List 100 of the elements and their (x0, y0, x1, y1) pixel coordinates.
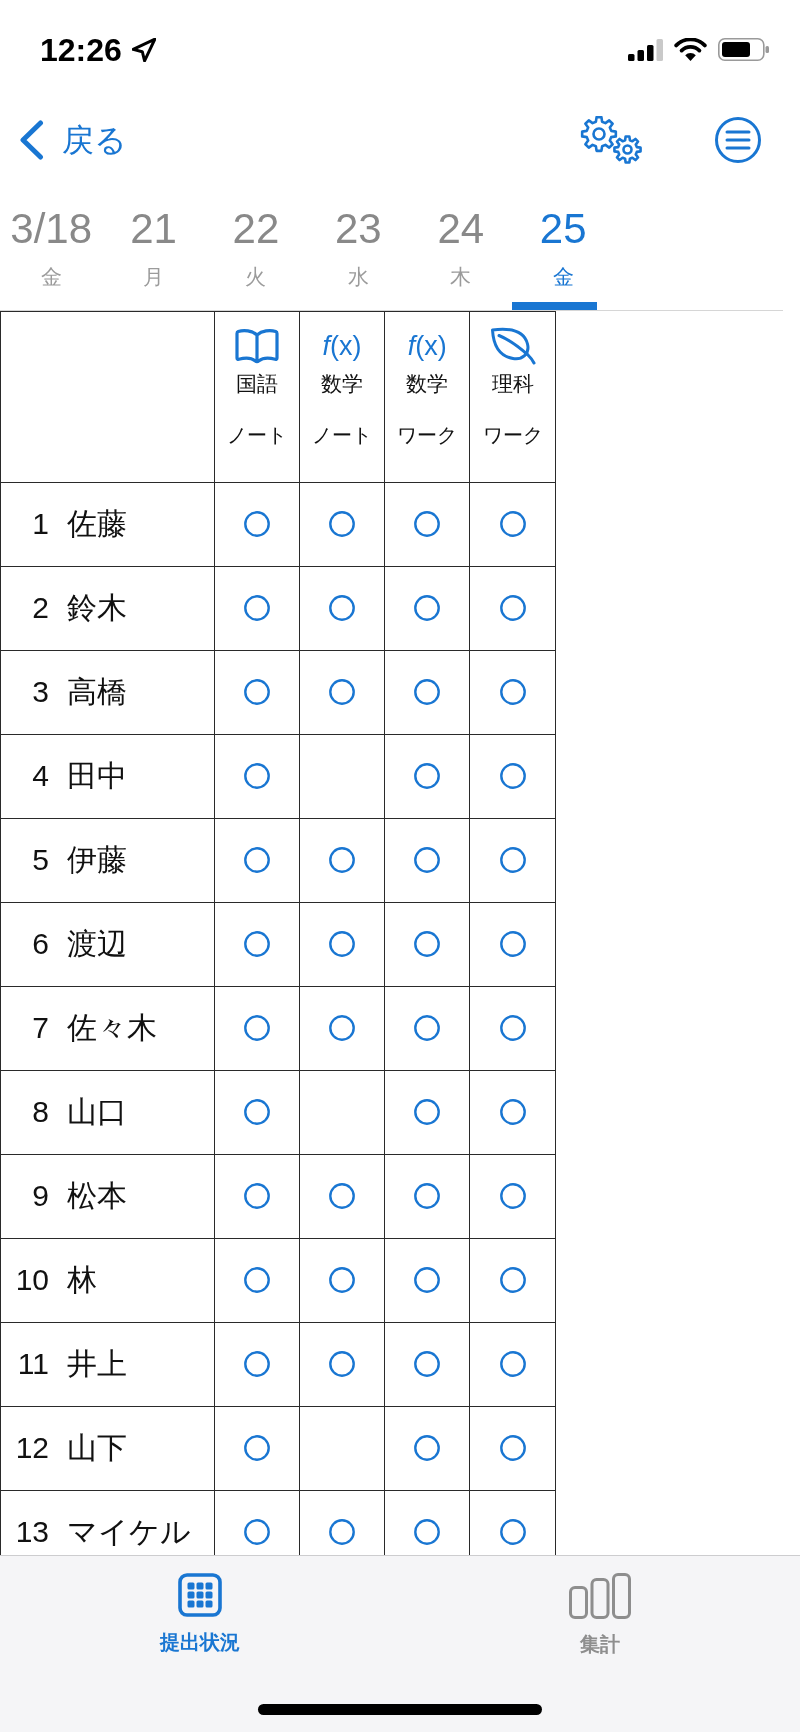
settings-icon (580, 116, 642, 164)
student-name: 佐々木 (67, 1010, 157, 1046)
subject-label: 数学 (320, 371, 363, 397)
circle-mark-icon (243, 679, 270, 705)
table-cell[interactable] (470, 1406, 556, 1491)
table-cell[interactable] (470, 734, 556, 819)
table-cell[interactable] (299, 1406, 386, 1491)
table-cell[interactable] (214, 902, 300, 987)
table-cell[interactable] (385, 1322, 471, 1407)
row-number: 12 (14, 1430, 49, 1466)
table-cell[interactable] (299, 566, 386, 651)
circle-mark-icon (328, 847, 355, 873)
date-tab[interactable]: 22 火 (204, 181, 308, 310)
table-cell[interactable] (299, 482, 386, 567)
date-tab[interactable]: 21 月 (102, 181, 205, 310)
table-cell[interactable] (299, 1070, 386, 1155)
table-cell[interactable] (385, 482, 471, 567)
row-number: 3 (31, 674, 49, 710)
table-cell[interactable] (299, 1238, 386, 1323)
circle-mark-icon (499, 1435, 526, 1461)
student-name: マイケル (67, 1514, 191, 1550)
circle-mark-icon (243, 1015, 270, 1041)
table-cell[interactable] (470, 1238, 556, 1323)
circle-mark-icon (328, 1015, 355, 1041)
table-cell[interactable] (299, 986, 386, 1071)
table-cell[interactable] (299, 902, 386, 987)
table-cell[interactable] (214, 734, 300, 819)
table-cell[interactable] (214, 566, 300, 651)
circle-mark-icon (328, 931, 355, 957)
circle-mark-icon (499, 1267, 526, 1293)
subject-label: 国語 (235, 371, 278, 397)
tab-bar-item[interactable]: 提出状況 (0, 1556, 400, 1656)
location-arrow-icon (131, 37, 156, 62)
table-cell[interactable] (214, 818, 300, 903)
date-tab[interactable]: 23 水 (307, 181, 410, 310)
circle-mark-icon (328, 1267, 355, 1293)
table-cell[interactable] (470, 902, 556, 987)
menu-button[interactable] (715, 117, 761, 163)
row-number: 6 (31, 926, 49, 962)
student-name: 松本 (67, 1178, 127, 1214)
table-cell[interactable] (299, 1154, 386, 1239)
circle-mark-icon (499, 1015, 526, 1041)
table-cell[interactable] (299, 650, 386, 735)
assignment-type-label: ワーク (397, 423, 458, 447)
table-cell[interactable] (470, 1154, 556, 1239)
table-cell[interactable] (299, 818, 386, 903)
table-cell[interactable] (299, 734, 386, 819)
row-number: 9 (31, 1178, 49, 1214)
table-cell[interactable] (214, 1154, 300, 1239)
date-tab[interactable]: 3/18 金 (0, 181, 103, 310)
table-cell[interactable] (385, 1406, 471, 1491)
circle-mark-icon (328, 595, 355, 621)
table-cell[interactable] (385, 1238, 471, 1323)
circle-mark-icon (328, 1183, 355, 1209)
table-cell[interactable] (214, 1406, 300, 1491)
table-cell[interactable] (214, 1322, 300, 1407)
student-name: 渡辺 (67, 926, 127, 962)
circle-mark-icon (499, 595, 526, 621)
table-cell[interactable] (299, 1322, 386, 1407)
table-cell[interactable] (385, 650, 471, 735)
table-cell[interactable] (385, 986, 471, 1071)
circle-mark-icon (243, 1183, 270, 1209)
table-cell[interactable] (470, 818, 556, 903)
wifi-icon (674, 38, 707, 61)
table-cell[interactable] (214, 1238, 300, 1323)
table-cell[interactable] (214, 1070, 300, 1155)
row-number: 4 (31, 758, 49, 794)
circle-mark-icon (243, 595, 270, 621)
circle-mark-icon (499, 1183, 526, 1209)
table-cell[interactable] (385, 818, 471, 903)
settings-button[interactable] (580, 116, 642, 164)
table-cell[interactable] (385, 902, 471, 987)
table-cell[interactable] (470, 566, 556, 651)
table-cell[interactable] (385, 1154, 471, 1239)
assignment-type-label: ノート (311, 423, 372, 447)
table-cell[interactable] (214, 986, 300, 1071)
table-cell[interactable] (470, 650, 556, 735)
circle-mark-icon (499, 1519, 526, 1545)
table-cell[interactable] (385, 1070, 471, 1155)
student-name: 高橋 (67, 674, 127, 710)
table-cell[interactable] (470, 482, 556, 567)
menu-icon (715, 117, 761, 163)
circle-mark-icon (499, 1099, 526, 1125)
date-tab[interactable]: 24 木 (409, 181, 512, 310)
function-symbol: f(x) (322, 330, 362, 363)
table-cell[interactable] (385, 566, 471, 651)
date-tab[interactable]: 25 金 (511, 181, 615, 310)
tab-bar-item[interactable]: 集計 (400, 1556, 800, 1656)
circle-mark-icon (328, 511, 355, 537)
table-cell[interactable] (214, 650, 300, 735)
row-number: 8 (31, 1094, 49, 1130)
table-cell[interactable] (470, 986, 556, 1071)
battery-icon (718, 38, 769, 61)
back-button[interactable]: 戻る (19, 120, 127, 160)
table-cell[interactable] (385, 734, 471, 819)
table-cell[interactable] (470, 1070, 556, 1155)
leaf-icon (489, 327, 536, 365)
table-cell[interactable] (470, 1322, 556, 1407)
circle-mark-icon (243, 1351, 270, 1377)
table-cell[interactable] (214, 482, 300, 567)
